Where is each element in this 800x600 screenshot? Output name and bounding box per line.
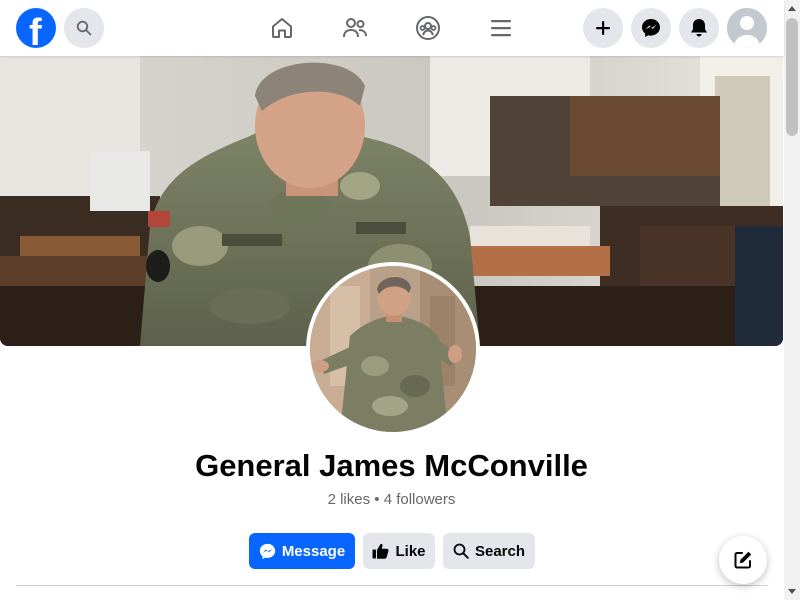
section-divider <box>16 585 768 586</box>
notifications-button[interactable] <box>679 8 719 48</box>
avatar <box>727 8 767 48</box>
chevron-down-icon <box>788 589 796 594</box>
message-button[interactable]: Message <box>249 533 355 569</box>
scrollbar-thumb[interactable] <box>786 18 798 136</box>
page-name: General James McConville <box>195 448 588 483</box>
messenger-button[interactable] <box>631 8 671 48</box>
page: f General James McConville 2 likes • 4 f… <box>0 0 800 600</box>
nav-groups[interactable] <box>408 8 448 48</box>
nav-menu[interactable] <box>481 8 521 48</box>
compose-icon <box>734 551 752 569</box>
new-message-button[interactable] <box>719 536 767 584</box>
nav-friends[interactable] <box>335 8 375 48</box>
groups-icon <box>416 16 440 40</box>
search-icon <box>453 543 469 559</box>
search-button-label: Search <box>474 542 526 560</box>
plus-icon <box>596 21 610 35</box>
like-button-label: Like <box>395 542 426 560</box>
scroll-up-arrow[interactable] <box>784 0 800 17</box>
facebook-logo[interactable]: f <box>16 8 56 54</box>
page-stats: 2 likes • 4 followers <box>327 491 456 508</box>
menu-icon <box>491 20 511 37</box>
home-icon <box>272 18 292 38</box>
thumbs-up-icon <box>372 543 389 559</box>
friends-icon <box>343 18 367 38</box>
messenger-icon <box>642 19 660 37</box>
bell-icon <box>691 19 707 37</box>
search-icon <box>76 20 92 36</box>
profile-picture-image <box>310 266 476 432</box>
scroll-down-arrow[interactable] <box>784 583 800 600</box>
profile-picture[interactable] <box>306 262 480 436</box>
messenger-icon <box>259 543 275 559</box>
nav-home[interactable] <box>262 8 302 48</box>
account-avatar[interactable] <box>727 8 767 48</box>
search-page-button[interactable]: Search <box>443 533 535 569</box>
message-button-label: Message <box>281 542 346 560</box>
chevron-up-icon <box>788 6 796 11</box>
facebook-logo-letter: f <box>29 12 42 54</box>
search-button[interactable] <box>64 8 104 48</box>
like-button[interactable]: Like <box>363 533 435 569</box>
top-navigation-bar: f <box>0 0 784 56</box>
create-button[interactable] <box>583 8 623 48</box>
vertical-scrollbar[interactable] <box>784 0 800 600</box>
